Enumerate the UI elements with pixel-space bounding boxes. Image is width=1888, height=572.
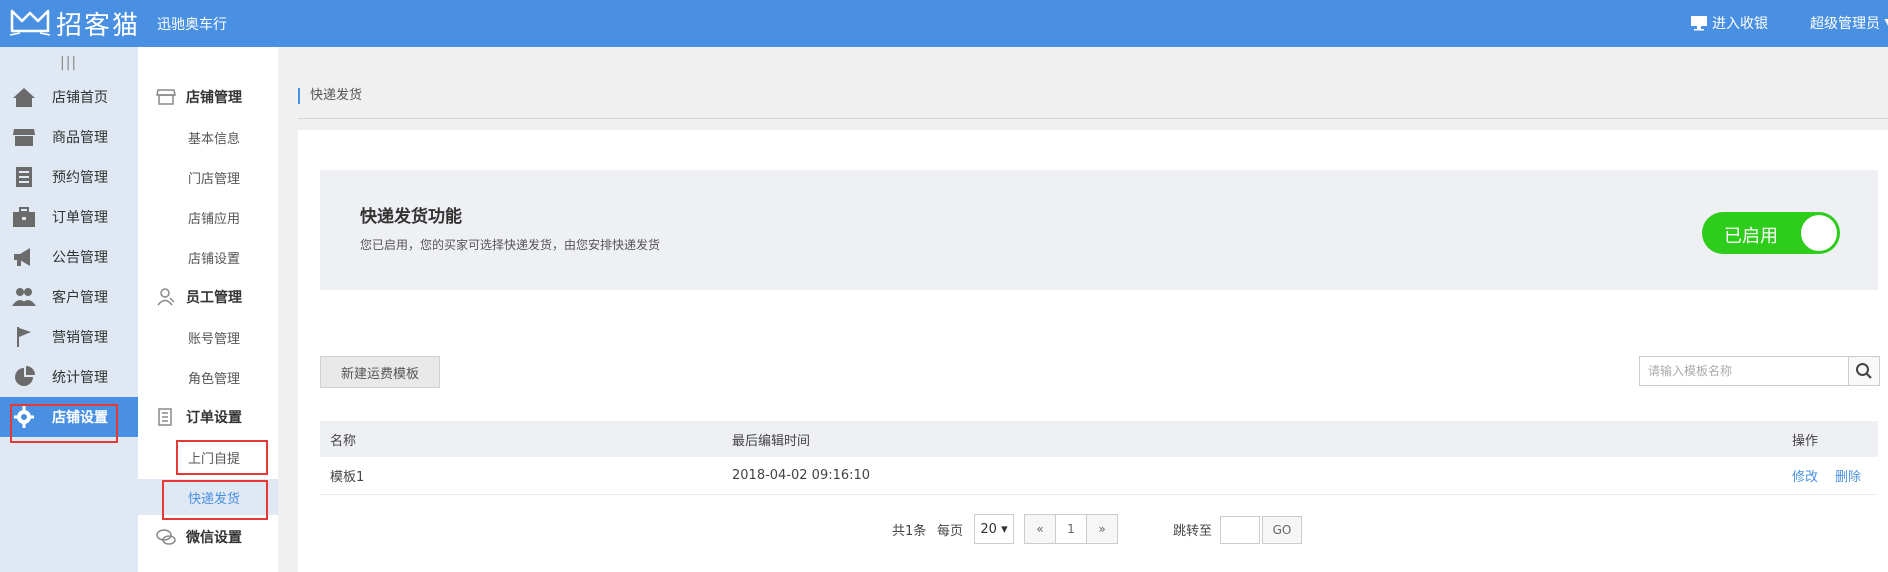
per-page-label: 每页: [937, 523, 964, 539]
store-icon: [10, 125, 38, 149]
enable-toggle[interactable]: 已启用: [1702, 212, 1840, 254]
breadcrumb-divider: [298, 118, 1888, 119]
sidebar-item-label: 订单管理: [52, 210, 108, 226]
subnav-group-label: 店铺管理: [186, 90, 242, 106]
document-icon: [156, 408, 176, 426]
store-name: 迅驰奥车行: [157, 17, 227, 33]
page-number-button[interactable]: 1: [1055, 514, 1087, 544]
subnav-item-roles[interactable]: 角色管理: [138, 359, 278, 395]
search-icon: [1856, 363, 1872, 379]
sidebar-item-announcements[interactable]: 公告管理: [0, 237, 138, 277]
new-template-button[interactable]: 新建运费模板: [320, 356, 440, 388]
logo: 招客猫: [8, 6, 141, 41]
subnav-item-store-apps[interactable]: 店铺应用: [138, 199, 278, 235]
sidebar-item-label: 店铺首页: [52, 90, 108, 106]
document-icon: [10, 165, 38, 189]
prev-page-button[interactable]: «: [1024, 514, 1056, 544]
store-icon: [156, 88, 176, 106]
subnav-group-label: 员工管理: [186, 290, 242, 306]
sidebar-item-statistics[interactable]: 统计管理: [0, 357, 138, 397]
admin-menu[interactable]: 超级管理员 ▼: [1810, 13, 1888, 33]
column-header-edited: 最后编辑时间: [732, 433, 811, 449]
users-icon: [10, 285, 38, 309]
cell-edited: 2018-04-02 09:16:10: [732, 468, 871, 483]
gear-icon: [10, 405, 38, 429]
sidebar-item-label: 预约管理: [52, 170, 108, 186]
sidebar-item-reservations[interactable]: 预约管理: [0, 157, 138, 197]
subnav-item-basic-info[interactable]: 基本信息: [138, 119, 278, 155]
per-page-select[interactable]: 20 ▾: [974, 514, 1014, 544]
subnav-group-store: 店铺管理: [138, 79, 278, 115]
sidebar-item-orders[interactable]: 订单管理: [0, 197, 138, 237]
next-page-button[interactable]: »: [1086, 514, 1118, 544]
sidebar-item-products[interactable]: 商品管理: [0, 117, 138, 157]
briefcase-icon: [10, 205, 38, 229]
toggle-label: 已启用: [1724, 226, 1778, 247]
toggle-knob: [1801, 215, 1837, 251]
subnav-item-store-settings[interactable]: 店铺设置: [138, 239, 278, 275]
sidebar-item-store-settings[interactable]: 店铺设置: [0, 397, 138, 437]
sidebar-item-label: 店铺设置: [52, 410, 108, 426]
sidebar-item-marketing[interactable]: 营销管理: [0, 317, 138, 357]
subnav-item-express[interactable]: 快递发货: [138, 479, 278, 515]
sidebar-item-label: 商品管理: [52, 130, 108, 146]
monitor-icon: [1691, 16, 1707, 31]
cashier-link[interactable]: 进入收银: [1690, 13, 1768, 33]
sub-navigation: 店铺管理 基本信息 门店管理 店铺应用 店铺设置 员工管理 账号管理 角色管理 …: [138, 47, 278, 572]
table-row: 模板1 2018-04-02 09:16:10 修改 删除: [320, 457, 1878, 495]
pie-chart-icon: [10, 365, 38, 389]
delete-link[interactable]: 删除: [1835, 457, 1861, 494]
feature-card: 快递发货功能 您已启用，您的买家可选择快递发货，由您安排快递发货 已启用: [320, 170, 1878, 290]
home-icon: [10, 85, 38, 109]
go-button[interactable]: GO: [1262, 516, 1302, 544]
top-bar: 招客猫 迅驰奥车行 进入收银 超级管理员 ▼: [0, 0, 1888, 47]
column-header-actions: 操作: [1792, 433, 1819, 449]
subnav-item-accounts[interactable]: 账号管理: [138, 319, 278, 355]
template-search-input[interactable]: [1639, 356, 1849, 386]
sidebar-item-customers[interactable]: 客户管理: [0, 277, 138, 317]
cat-logo-icon: [9, 9, 51, 36]
sidebar-item-label: 公告管理: [52, 250, 108, 266]
feature-description: 您已启用，您的买家可选择快递发货，由您安排快递发货: [360, 238, 661, 252]
sidebar-item-home[interactable]: 店铺首页: [0, 77, 138, 117]
subnav-group-label: 微信设置: [186, 530, 242, 546]
subnav-item-pickup[interactable]: 上门自提: [138, 439, 278, 475]
wechat-icon: [156, 528, 176, 546]
subnav-item-stores[interactable]: 门店管理: [138, 159, 278, 195]
sidebar-item-label: 营销管理: [52, 330, 108, 346]
total-count: 共1条: [892, 523, 927, 539]
user-icon: [156, 288, 176, 306]
jump-label: 跳转至: [1173, 523, 1213, 539]
logo-text: 招客猫: [56, 10, 141, 41]
subnav-group-staff: 员工管理: [138, 279, 278, 315]
main-sidebar: ||| 店铺首页 商品管理 预约管理 订单管理 公告管理 客户管理 营销管理 统…: [0, 47, 138, 572]
feature-title: 快递发货功能: [360, 207, 462, 227]
collapse-icon[interactable]: |||: [60, 55, 77, 71]
cashier-label: 进入收银: [1712, 16, 1768, 32]
column-header-name: 名称: [330, 433, 357, 449]
jump-page-input[interactable]: [1220, 516, 1260, 544]
flag-icon: [10, 325, 38, 349]
megaphone-icon: [10, 245, 38, 269]
subnav-group-order: 订单设置: [138, 399, 278, 435]
table-header: 名称 最后编辑时间 操作: [320, 421, 1878, 457]
search-button[interactable]: [1848, 356, 1880, 386]
sidebar-item-label: 统计管理: [52, 370, 108, 386]
edit-link[interactable]: 修改: [1792, 457, 1818, 494]
breadcrumb: 快递发货: [298, 88, 362, 104]
subnav-group-wechat: 微信设置: [138, 519, 278, 555]
cell-name: 模板1: [330, 470, 365, 485]
sidebar-item-label: 客户管理: [52, 290, 108, 306]
subnav-group-label: 订单设置: [186, 410, 242, 426]
